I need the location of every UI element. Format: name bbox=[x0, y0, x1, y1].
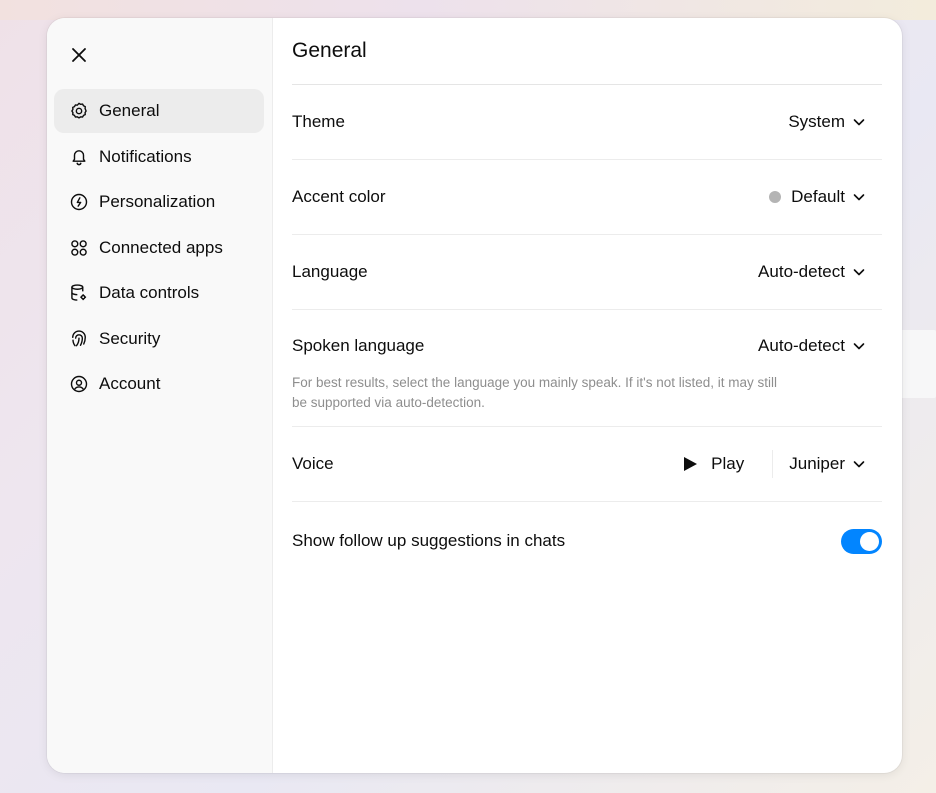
sidebar-item-security[interactable]: Security bbox=[54, 317, 264, 361]
sidebar-item-label: Security bbox=[99, 328, 161, 348]
chevron-down-icon bbox=[852, 115, 866, 129]
voice-label: Voice bbox=[292, 454, 334, 473]
sidebar-item-label: Notifications bbox=[99, 146, 192, 166]
fingerprint-icon bbox=[68, 328, 90, 350]
theme-row: Theme System bbox=[292, 85, 882, 160]
chevron-down-icon bbox=[852, 190, 866, 204]
theme-dropdown[interactable]: System bbox=[780, 106, 870, 138]
spoken-language-hint: For best results, select the language yo… bbox=[292, 375, 778, 410]
apps-icon bbox=[68, 237, 90, 259]
play-label: Play bbox=[711, 454, 745, 473]
theme-value: System bbox=[788, 112, 845, 131]
chevron-down-icon bbox=[852, 265, 866, 279]
voice-value: Juniper bbox=[789, 454, 845, 473]
sidebar-item-notifications[interactable]: Notifications bbox=[54, 135, 264, 179]
voice-row: Voice Play Juniper bbox=[292, 427, 882, 502]
accent-color-value: Default bbox=[791, 187, 845, 206]
sidebar-item-account[interactable]: Account bbox=[54, 362, 264, 406]
sidebar-item-label: General bbox=[99, 101, 160, 120]
toggle-knob bbox=[860, 531, 879, 551]
play-icon bbox=[684, 457, 698, 471]
page-title: General bbox=[292, 18, 882, 85]
accent-color-row: Accent color Default bbox=[292, 160, 882, 235]
user-circle-icon bbox=[68, 373, 90, 395]
follow-up-suggestions-toggle[interactable] bbox=[841, 528, 882, 554]
database-icon bbox=[68, 282, 90, 304]
background-top-band bbox=[0, 0, 936, 20]
follow-up-suggestions-label: Show follow up suggestions in chats bbox=[292, 531, 566, 550]
bell-icon bbox=[68, 146, 90, 168]
spoken-language-dropdown[interactable]: Auto-detect bbox=[750, 330, 870, 362]
sidebar-item-label: Account bbox=[99, 374, 161, 393]
close-icon bbox=[72, 48, 86, 62]
chevron-down-icon bbox=[852, 339, 866, 353]
spoken-language-label: Spoken language bbox=[292, 336, 425, 355]
settings-dialog: General Notifications Personalization Co… bbox=[47, 18, 902, 773]
gear-icon bbox=[68, 100, 90, 122]
divider bbox=[772, 450, 774, 478]
spoken-language-row: Spoken language Auto-detect For best res… bbox=[292, 310, 882, 427]
personalization-icon bbox=[68, 191, 90, 213]
sidebar-item-label: Data controls bbox=[99, 283, 200, 302]
sidebar-item-general[interactable]: General bbox=[54, 89, 264, 133]
sidebar-item-personalization[interactable]: Personalization bbox=[54, 180, 264, 224]
voice-dropdown[interactable]: Juniper bbox=[781, 448, 870, 480]
language-value: Auto-detect bbox=[758, 262, 845, 281]
language-row: Language Auto-detect bbox=[292, 235, 882, 310]
spoken-language-value: Auto-detect bbox=[758, 336, 845, 355]
sidebar-item-connected-apps[interactable]: Connected apps bbox=[54, 226, 264, 270]
sidebar-item-label: Connected apps bbox=[99, 237, 223, 257]
sidebar-item-data-controls[interactable]: Data controls bbox=[54, 271, 264, 315]
accent-color-dropdown[interactable]: Default bbox=[761, 181, 870, 213]
accent-color-label: Accent color bbox=[292, 187, 386, 206]
language-dropdown[interactable]: Auto-detect bbox=[750, 256, 870, 288]
settings-nav: General Notifications Personalization Co… bbox=[54, 89, 264, 408]
close-button[interactable] bbox=[67, 43, 91, 67]
accent-swatch bbox=[769, 191, 782, 203]
sidebar-item-label: Personalization bbox=[99, 192, 216, 211]
theme-label: Theme bbox=[292, 112, 345, 131]
chevron-down-icon bbox=[852, 457, 866, 471]
settings-content: General Theme System Accent color Defaul… bbox=[273, 18, 902, 773]
settings-sidebar: General Notifications Personalization Co… bbox=[47, 18, 273, 773]
language-label: Language bbox=[292, 262, 368, 281]
follow-up-suggestions-row: Show follow up suggestions in chats bbox=[292, 502, 882, 580]
play-voice-button[interactable]: Play bbox=[684, 454, 744, 474]
